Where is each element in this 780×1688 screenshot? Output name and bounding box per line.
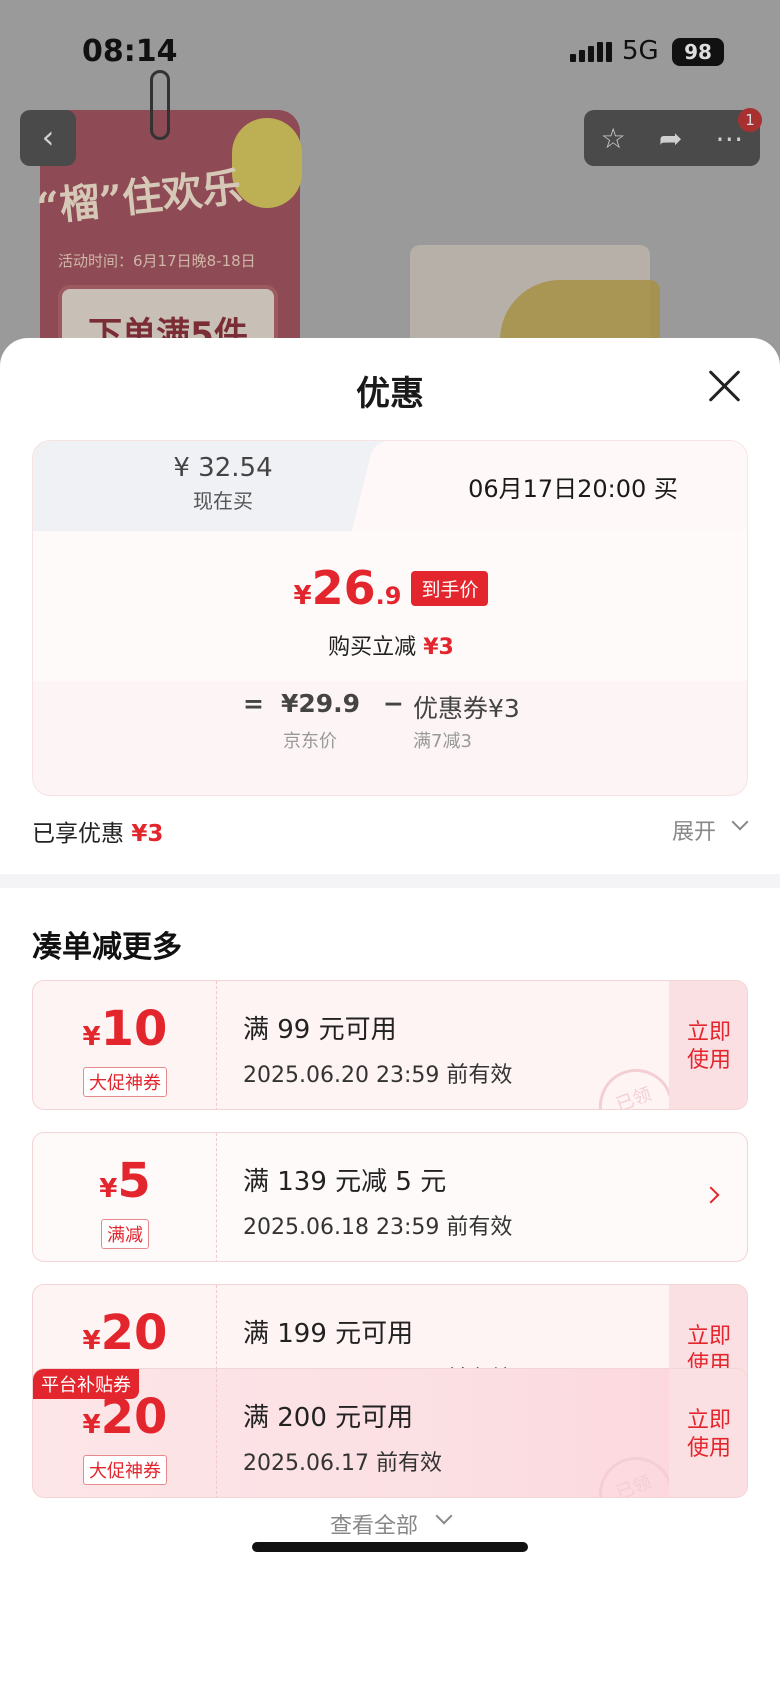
back-button[interactable]: ‹ [20, 110, 76, 166]
future-label: 06月17日20:00 买 [468, 475, 678, 503]
cart-badge: 1 [738, 108, 762, 132]
coupon-type-label: 大促神券 [83, 1455, 167, 1485]
use-now-button[interactable]: 立即 使用 [669, 981, 747, 1109]
discount-sheet: 优惠 ¥ 32.54 现在买 06月17日20:00 买 ¥ 26 .9 到手价… [0, 338, 780, 1688]
nav-actions: ☆ ➦ ⋯ [584, 110, 760, 166]
star-icon[interactable]: ☆ [601, 122, 626, 155]
tab-buy-later[interactable]: 06月17日20:00 买 [393, 441, 747, 531]
chevron-right-icon[interactable] [702, 1186, 720, 1204]
coupon-rule-label: 满7减3 [413, 731, 472, 752]
enjoyed-discount: 已享优惠 ¥3 [32, 814, 163, 848]
coupon-number: 10 [100, 1001, 168, 1057]
coupon-amount: ¥20 [33, 1305, 217, 1361]
coupon-number: 20 [100, 1305, 168, 1361]
coupon-condition: 满 99 元可用 [243, 1015, 397, 1045]
use-now-line2: 使用 [686, 1048, 731, 1073]
status-time: 08:14 [82, 34, 178, 69]
final-price-tag: 到手价 [411, 571, 489, 606]
calc-base-price: ¥29.9 [281, 689, 361, 718]
final-dec: .9 [375, 582, 402, 610]
chevron-down-icon[interactable] [731, 813, 749, 831]
use-now-line2: 使用 [686, 1436, 731, 1461]
coupon-condition: 满 200 元可用 [243, 1403, 414, 1433]
see-all-button[interactable]: 查看全部 [330, 1508, 418, 1540]
status-bar: 08:14 5G 98 [0, 28, 780, 78]
coupon-expiry: 2025.06.18 23:59 前有效 [243, 1215, 513, 1240]
use-now-line1: 立即 [686, 1020, 731, 1045]
coupon-condition: 满 139 元减 5 元 [243, 1167, 447, 1197]
coupon-value-area: ¥10 大促神券 [33, 981, 217, 1109]
reduce-label: 购买立减 [328, 635, 417, 660]
coupon-expiry: 2025.06.17 前有效 [243, 1451, 442, 1476]
coupon-type-label: 大促神券 [83, 1067, 167, 1097]
base-price-label: 京东价 [283, 731, 337, 752]
expand-button[interactable]: 展开 [672, 814, 716, 846]
use-now-line1: 立即 [686, 1324, 731, 1349]
coupon-number: 5 [117, 1153, 151, 1209]
enjoyed-value: ¥3 [131, 821, 164, 847]
coupon-value-area: ¥5 满减 [33, 1133, 217, 1261]
battery-icon: 98 [672, 38, 724, 66]
final-int: 26 [311, 561, 376, 615]
use-now-line1: 立即 [686, 1408, 731, 1433]
coupon-card[interactable]: ¥20 大促神券 平台补贴券 满 200 元可用 2025.06.17 前有效 … [32, 1368, 748, 1498]
chevron-down-icon[interactable] [435, 1507, 453, 1525]
price-calculation: = ¥29.9 − 优惠券¥3 [33, 689, 747, 729]
coupon-type: 满减 [33, 1219, 217, 1249]
reduce-value: ¥3 [423, 635, 454, 660]
final-price: ¥ 26 .9 到手价 [33, 561, 747, 615]
coupon-yen: ¥ [82, 1410, 101, 1440]
coupon-card[interactable]: ¥5 满减 满 139 元减 5 元 2025.06.18 23:59 前有效 [32, 1132, 748, 1262]
sheet-title: 优惠 [356, 374, 424, 414]
share-icon[interactable]: ➦ [659, 122, 682, 155]
close-icon[interactable] [706, 368, 742, 404]
coupon-amount: ¥5 [33, 1153, 217, 1209]
banner-subtitle: 活动时间：6月17日晚8-18日 [58, 252, 256, 270]
instant-reduce: 购买立减 ¥3 [33, 629, 747, 661]
use-now-button[interactable]: 立即 使用 [669, 1369, 747, 1497]
banner-string [150, 70, 170, 140]
coupon-yen: ¥ [99, 1174, 118, 1204]
coupon-card[interactable]: ¥10 大促神券 满 99 元可用 2025.06.20 23:59 前有效 已… [32, 980, 748, 1110]
coupon-yen: ¥ [82, 1326, 101, 1356]
network-label: 5G [622, 36, 659, 66]
coupon-expiry: 2025.06.20 23:59 前有效 [243, 1063, 513, 1088]
calc-coupon: 优惠券¥3 [413, 694, 520, 723]
home-indicator [252, 1542, 528, 1552]
coupon-type: 大促神券 [33, 1455, 217, 1485]
calc-minus: − [383, 689, 404, 718]
final-yen: ¥ [293, 581, 312, 611]
signal-icon [570, 42, 612, 62]
coupon-yen: ¥ [82, 1022, 101, 1052]
back-icon: ‹ [41, 118, 55, 156]
coupon-condition: 满 199 元可用 [243, 1319, 414, 1349]
coupon-amount: ¥10 [33, 1001, 217, 1057]
section-divider [0, 874, 780, 888]
final-price-area: ¥ 26 .9 到手价 购买立减 ¥3 [33, 531, 747, 681]
coupon-type: 大促神券 [33, 1067, 217, 1097]
coupon-type-label: 满减 [101, 1219, 149, 1249]
enjoyed-label: 已享优惠 [32, 821, 124, 847]
section-title: 凑单减更多 [32, 930, 182, 965]
price-card: ¥ 32.54 现在买 06月17日20:00 买 ¥ 26 .9 到手价 购买… [32, 440, 748, 796]
now-price: ¥ 32.54 [173, 453, 273, 483]
platform-subsidy-flag: 平台补贴券 [33, 1369, 139, 1399]
calc-equals: = [243, 689, 264, 718]
